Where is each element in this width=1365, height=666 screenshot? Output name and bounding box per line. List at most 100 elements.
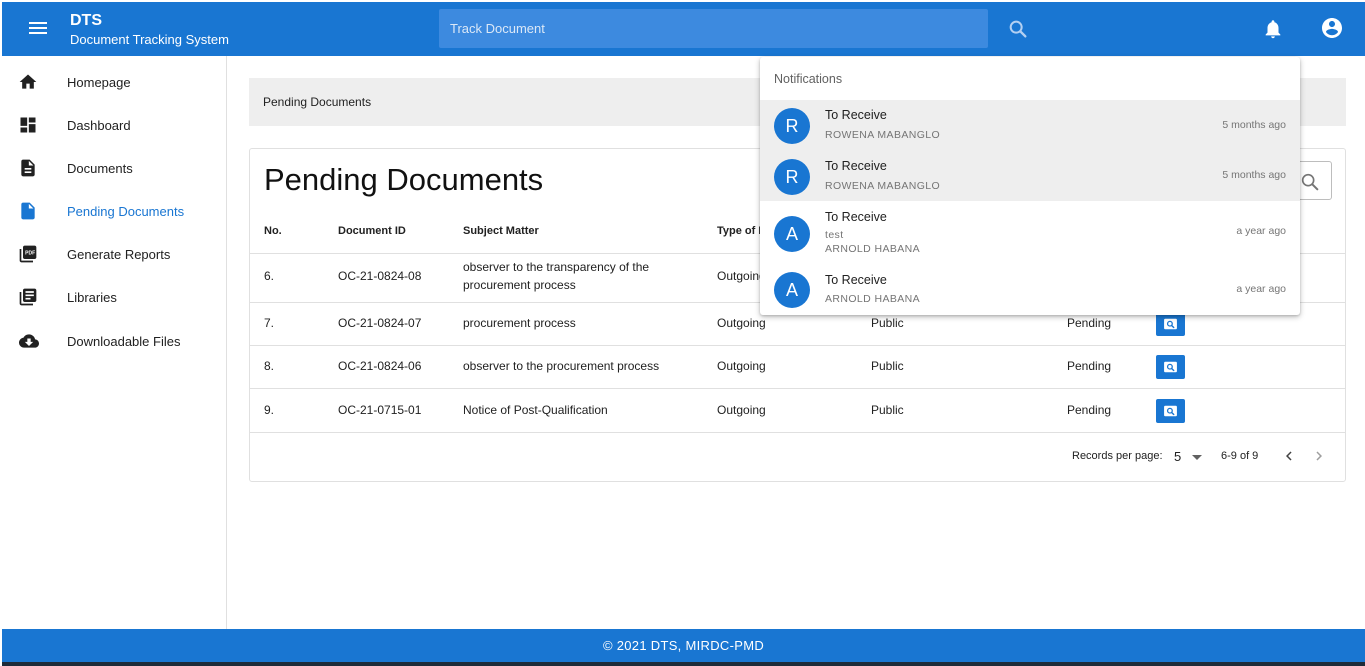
view-document-button[interactable] [1156,312,1185,336]
notification-sender: ROWENA MABANGLO [825,129,941,141]
avatar: R [774,108,810,144]
home-icon [18,72,38,92]
cell-type: Outgoing [717,403,766,417]
dashboard-icon [18,115,38,135]
avatar: A [774,216,810,252]
notification-title: To Receive [825,108,887,122]
footer-edge [2,662,1365,666]
sidebar-item-dashboard[interactable]: Dashboard [2,105,226,145]
document-icon [18,201,38,221]
chevron-left-icon[interactable] [1280,446,1298,466]
page-title: Pending Documents [264,162,544,197]
pdf-icon: PDF [18,244,38,264]
svg-text:PDF: PDF [25,251,35,257]
footer: © 2021 DTS, MIRDC-PMD [2,629,1365,662]
sidebar-item-label: Documents [67,161,133,176]
cell-no: 6. [264,269,275,283]
brand-subtitle: Document Tracking System [70,32,229,47]
cell-type: Outgoing [717,269,766,283]
notification-sender: ARNOLD HABANA [825,293,921,305]
sidebar: Homepage Dashboard Documents Pending Doc… [2,56,227,629]
cell-access: Public [871,316,904,330]
cell-document-id: OC-21-0824-08 [338,269,422,283]
cell-document-id: OC-21-0824-06 [338,359,422,373]
sidebar-item-libraries[interactable]: Libraries [2,277,226,317]
records-per-page-select[interactable]: 5 [1170,447,1206,467]
cell-type: Outgoing [717,316,766,330]
sidebar-item-homepage[interactable]: Homepage [2,62,226,102]
chevron-right-icon[interactable] [1310,446,1328,466]
sidebar-item-label: Homepage [67,75,131,90]
records-per-page-label: Records per page: [1072,450,1163,462]
notification-time: 5 months ago [1222,119,1286,131]
document-icon [18,158,38,178]
cell-subject: observer to the transparency of the [463,260,650,274]
sidebar-item-pending-documents[interactable]: Pending Documents [2,191,226,231]
notification-item[interactable]: A To Receive test ARNOLD HABANA a year a… [760,201,1300,264]
cloud-download-icon [18,331,39,351]
library-icon [18,287,38,307]
cell-no: 7. [264,316,275,330]
notification-title: To Receive [825,210,887,224]
column-header-subject-matter[interactable]: Subject Matter [463,225,539,237]
cell-type: Outgoing [717,359,766,373]
sidebar-item-label: Generate Reports [67,247,171,262]
notification-time: a year ago [1236,283,1286,295]
view-document-button[interactable] [1156,399,1185,423]
cell-document-id: OC-21-0824-07 [338,316,422,330]
search-icon [1164,361,1177,373]
notifications-header: Notifications [774,72,843,86]
column-header-type[interactable]: Type of D [717,225,766,237]
cell-status: Pending [1067,403,1112,417]
chevron-down-icon [1192,455,1202,460]
breadcrumb-label: Pending Documents [263,95,372,109]
divider [250,432,1345,433]
notification-item[interactable]: R To Receive ROWENA MABANGLO 5 months ag… [760,100,1300,150]
search-icon [1164,405,1177,417]
bell-icon[interactable] [1262,17,1284,41]
divider [250,388,1345,389]
cell-subject: Notice of Post-Qualification [463,403,608,417]
sidebar-item-label: Downloadable Files [67,334,181,349]
sidebar-item-label: Pending Documents [67,204,185,219]
page-range: 6-9 of 9 [1221,450,1259,462]
sidebar-item-label: Libraries [67,290,117,305]
cell-subject: observer to the procurement process [463,359,660,373]
view-document-button[interactable] [1156,355,1185,379]
notification-title: To Receive [825,273,887,287]
sidebar-item-label: Dashboard [67,118,131,133]
cell-subject: procurement process [463,316,576,330]
avatar: R [774,159,810,195]
notifications-menu: Notifications R To Receive ROWENA MABANG… [760,57,1300,315]
cell-status: Pending [1067,316,1112,330]
cell-status: Pending [1067,359,1112,373]
account-circle-icon[interactable] [1320,16,1344,40]
column-header-no[interactable]: No. [264,225,282,237]
records-per-page-value: 5 [1174,449,1182,464]
notification-time: 5 months ago [1222,169,1286,181]
cell-access: Public [871,359,904,373]
notification-sender: ARNOLD HABANA [825,243,921,255]
menu-icon[interactable] [26,19,50,39]
cell-no: 9. [264,403,275,417]
avatar: A [774,272,810,308]
sidebar-item-documents[interactable]: Documents [2,148,226,188]
track-document-search [439,9,988,48]
sidebar-item-downloadable-files[interactable]: Downloadable Files [2,321,226,361]
cell-subject: procurement process [463,278,576,292]
notification-item[interactable]: A To Receive ARNOLD HABANA a year ago [760,264,1300,314]
notification-title: To Receive [825,159,887,173]
notification-sender: ROWENA MABANGLO [825,180,941,192]
brand-title: DTS [70,12,102,29]
track-document-input[interactable] [439,9,988,48]
notification-note: test [825,229,844,241]
app-bar: DTS Document Tracking System [2,2,1365,56]
cell-access: Public [871,403,904,417]
column-header-document-id[interactable]: Document ID [338,225,406,237]
cell-document-id: OC-21-0715-01 [338,403,422,417]
notification-item[interactable]: R To Receive ROWENA MABANGLO 5 months ag… [760,150,1300,201]
search-icon[interactable] [1007,18,1029,40]
sidebar-item-generate-reports[interactable]: PDF Generate Reports [2,234,226,274]
footer-text: © 2021 DTS, MIRDC-PMD [602,638,765,653]
app-frame: DTS Document Tracking System Homepage Da… [2,2,1365,666]
